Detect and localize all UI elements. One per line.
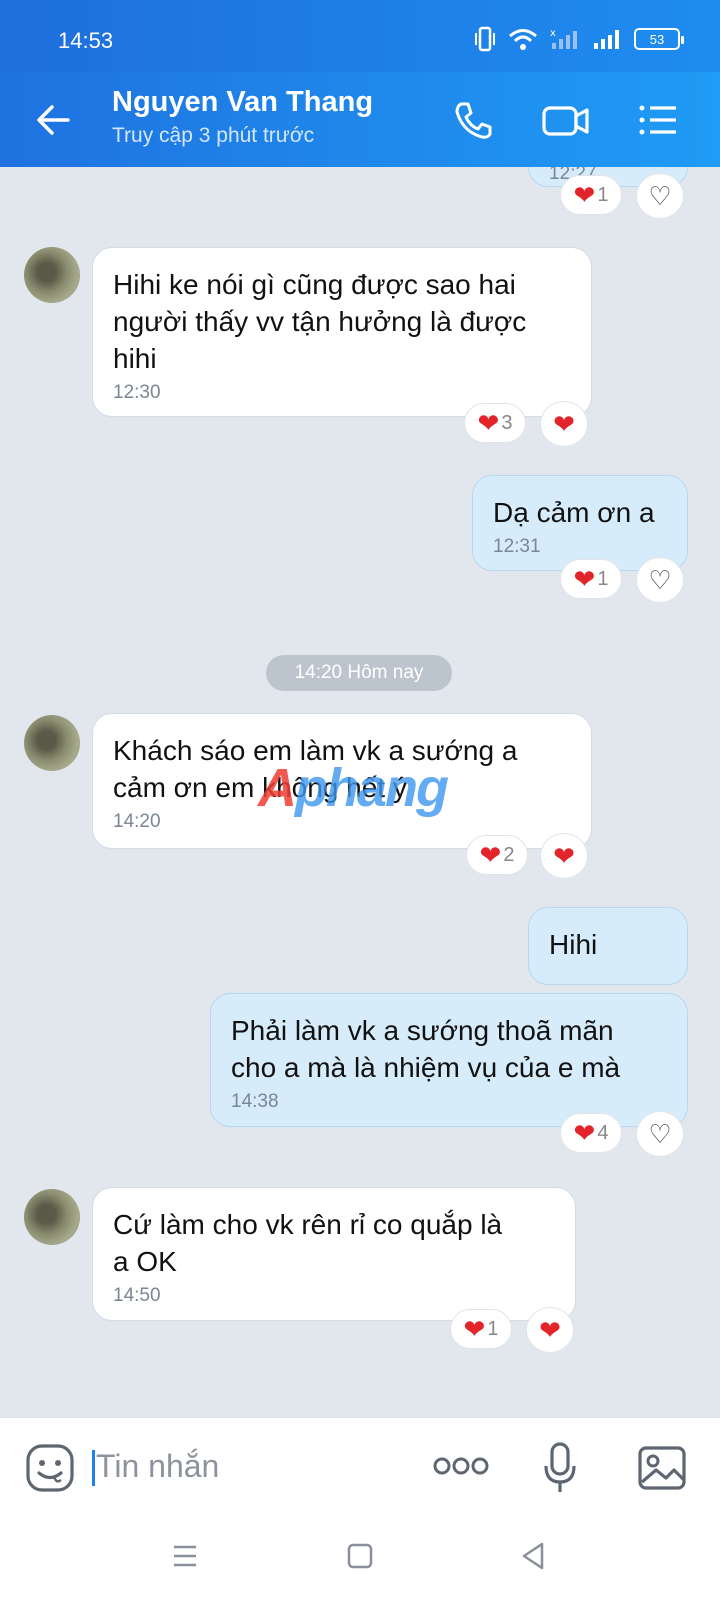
menu-list-icon[interactable] <box>636 98 680 142</box>
contact-name[interactable]: Nguyen Van Thang <box>112 86 373 119</box>
signal-icon <box>594 30 619 49</box>
reaction-badge[interactable]: ❤ 1 <box>560 175 622 215</box>
message-text-line: hihi <box>113 343 157 374</box>
more-icon[interactable] <box>432 1454 490 1478</box>
back-nav-icon[interactable] <box>520 1541 546 1571</box>
video-call-icon[interactable] <box>541 98 591 142</box>
message-input[interactable]: Tin nhắn <box>96 1448 219 1485</box>
message-time: 14:50 <box>113 1285 161 1306</box>
message-time: 14:38 <box>231 1091 279 1112</box>
avatar[interactable] <box>24 1189 80 1245</box>
add-reaction-button[interactable]: ♡ <box>636 173 684 219</box>
heart-icon: ❤ <box>463 1314 486 1344</box>
image-icon[interactable] <box>636 1442 688 1494</box>
message-text-line: người thấy vv tận hưởng là được <box>113 306 527 337</box>
reaction-count: 4 <box>597 1121 609 1144</box>
heart-icon: ❤ <box>553 841 575 871</box>
reaction-count: 2 <box>503 843 515 866</box>
message-bubble-outgoing[interactable]: Hihi <box>528 907 688 985</box>
last-seen-status: Truy cập 3 phút trước <box>112 124 315 147</box>
watermark-logo: Aphang <box>258 758 449 818</box>
heart-outline-icon: ♡ <box>648 1119 672 1149</box>
phone-icon[interactable] <box>451 98 495 142</box>
reaction-badge[interactable]: ❤ 4 <box>560 1113 622 1153</box>
message-time: 12:31 <box>493 536 541 557</box>
composer-bar: Tin nhắn <box>0 1417 720 1517</box>
reaction-badge[interactable]: ❤ 3 <box>464 403 526 443</box>
heart-icon: ❤ <box>479 840 502 870</box>
message-text-line: Cứ làm cho vk rên rỉ co quắp là <box>113 1209 503 1240</box>
status-time: 14:53 <box>58 28 114 53</box>
back-arrow-icon[interactable] <box>34 100 74 140</box>
reaction-badge[interactable]: ❤ 1 <box>560 559 622 599</box>
system-navigation-bar <box>0 1517 720 1600</box>
wifi-icon <box>509 29 537 50</box>
heart-outline-icon: ♡ <box>648 181 672 211</box>
add-reaction-button[interactable]: ❤ <box>540 833 588 879</box>
vibrate-icon <box>475 26 495 52</box>
heart-icon: ❤ <box>573 564 596 594</box>
reaction-count: 3 <box>501 411 513 434</box>
microphone-icon[interactable] <box>542 1440 578 1498</box>
reaction-badge[interactable]: ❤ 1 <box>450 1309 512 1349</box>
reaction-count: 1 <box>597 183 609 206</box>
message-text-line: Dạ cảm ơn a <box>493 497 655 528</box>
chat-header: Nguyen Van Thang Truy cập 3 phút trước <box>0 72 720 167</box>
message-text-line: cho a mà là nhiệm vụ của e mà <box>231 1052 621 1083</box>
text-cursor <box>92 1450 95 1486</box>
add-reaction-button[interactable]: ♡ <box>636 557 684 603</box>
add-reaction-button[interactable]: ❤ <box>526 1307 574 1353</box>
reaction-count: 1 <box>487 1317 499 1340</box>
message-time: 12:30 <box>113 382 161 403</box>
message-bubble-outgoing[interactable]: Phải làm vk a sướng thoã mãn cho a mà là… <box>210 993 688 1127</box>
avatar[interactable] <box>24 247 80 303</box>
date-separator: 14:20 Hôm nay <box>266 655 452 691</box>
heart-icon: ❤ <box>573 180 596 210</box>
signal-weak-icon: x <box>550 28 577 49</box>
reaction-count: 1 <box>597 567 609 590</box>
message-text-line: a OK <box>113 1246 177 1277</box>
avatar[interactable] <box>24 715 80 771</box>
reaction-badge[interactable]: ❤ 2 <box>466 835 528 875</box>
message-text-line: Hihi <box>549 929 598 960</box>
heart-icon: ❤ <box>477 408 500 438</box>
message-text-line: Phải làm vk a sướng thoã mãn <box>231 1015 614 1046</box>
message-bubble-incoming[interactable]: Hihi ke nói gì cũng được sao hai người t… <box>92 247 592 417</box>
recent-apps-icon[interactable] <box>172 1543 198 1569</box>
status-bar: 14:53 x 53 <box>0 0 720 72</box>
message-list[interactable]: 12:27 ❤1 ♡ Hihi ke nói gì cũng được sao … <box>0 167 720 1417</box>
add-reaction-button[interactable]: ❤ <box>540 401 588 447</box>
message-text-line: Hihi ke nói gì cũng được sao hai <box>113 269 516 300</box>
sticker-icon[interactable] <box>24 1442 76 1494</box>
heart-outline-icon: ♡ <box>648 565 672 595</box>
status-icons: x 53 <box>474 26 684 52</box>
heart-icon: ❤ <box>553 409 575 439</box>
home-icon[interactable] <box>347 1543 373 1569</box>
message-bubble-incoming[interactable]: Cứ làm cho vk rên rỉ co quắp là a OK 14:… <box>92 1187 576 1321</box>
heart-icon: ❤ <box>539 1315 561 1345</box>
svg-text:x: x <box>550 28 556 39</box>
add-reaction-button[interactable]: ♡ <box>636 1111 684 1157</box>
heart-icon: ❤ <box>573 1118 596 1148</box>
battery-level: 53 <box>649 31 665 47</box>
battery-icon: 53 <box>634 28 684 50</box>
